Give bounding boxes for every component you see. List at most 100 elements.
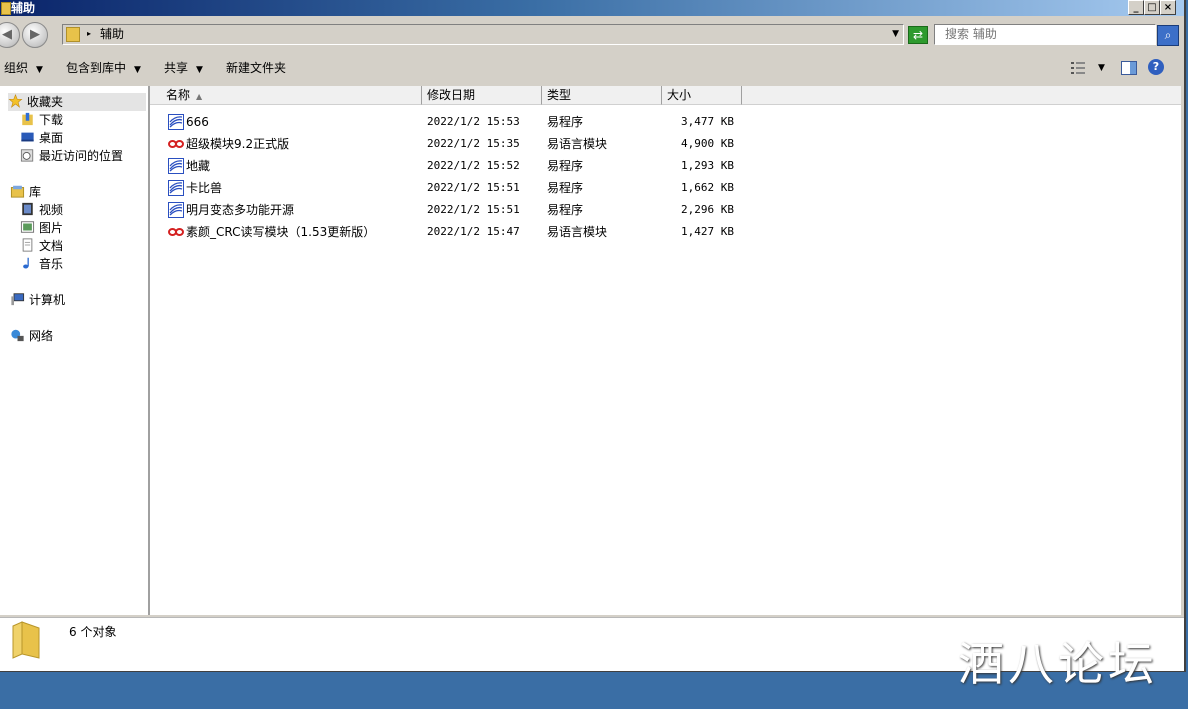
- file-row[interactable]: 地藏 2022/1/2 15:52 易程序 1,293 KB: [166, 157, 746, 179]
- maximize-button[interactable]: □: [1144, 0, 1160, 15]
- nav-network[interactable]: 网络: [10, 327, 53, 345]
- file-date: 2022/1/2 15:51: [427, 181, 520, 194]
- file-type: 易程序: [547, 181, 584, 195]
- nav-computer-label: 计算机: [29, 293, 66, 307]
- folder-icon: [1, 2, 11, 15]
- recent-places-icon: [20, 149, 34, 162]
- nav-documents[interactable]: 文档: [20, 237, 63, 255]
- nav-recent-places[interactable]: 最近访问的位置: [20, 147, 123, 165]
- e-module-icon: [168, 140, 184, 148]
- include-in-library-button[interactable]: 包含到库中 ▼: [66, 60, 141, 78]
- file-row[interactable]: 素颜_CRC读写模块（1.53更新版） 2022/1/2 15:47 易语言模块 1,…: [166, 223, 746, 245]
- pictures-icon: [20, 221, 35, 233]
- folder-icon: [66, 27, 80, 42]
- item-count: 6 个对象: [69, 625, 117, 639]
- file-size: 1,662 KB: [681, 181, 734, 194]
- nav-downloads[interactable]: 下载: [20, 111, 63, 129]
- nav-desktop[interactable]: 桌面: [20, 129, 63, 147]
- file-row[interactable]: 明月变态多功能开源 2022/1/2 15:51 易程序 2,296 KB: [166, 201, 746, 223]
- forward-button[interactable]: ▶: [22, 22, 48, 48]
- new-folder-button[interactable]: 新建文件夹: [226, 60, 286, 76]
- nav-videos[interactable]: 视频: [20, 201, 63, 219]
- file-name: 超级模块9.2正式版: [186, 137, 290, 151]
- share-button[interactable]: 共享 ▼: [164, 60, 203, 78]
- column-name-label: 名称: [166, 88, 191, 102]
- address-bar[interactable]: ▸ 辅助 ▼: [62, 24, 904, 45]
- chevron-down-icon: ▼: [196, 65, 203, 75]
- file-date: 2022/1/2 15:47: [427, 225, 520, 238]
- file-size: 1,427 KB: [681, 225, 734, 238]
- close-button[interactable]: ×: [1160, 0, 1176, 15]
- organize-label: 组织: [4, 61, 29, 75]
- computer-icon: [11, 293, 25, 306]
- nav-libraries[interactable]: 库: [10, 183, 41, 201]
- e-program-icon: [168, 114, 184, 130]
- e-module-icon: [168, 228, 184, 236]
- nav-pictures[interactable]: 图片: [20, 219, 63, 237]
- window-title: 辅助: [11, 1, 36, 15]
- watermark: 酒八论坛: [958, 637, 1158, 691]
- nav-computer[interactable]: 计算机: [10, 291, 65, 309]
- nav-videos-label: 视频: [39, 203, 64, 217]
- refresh-button[interactable]: ⇄: [908, 26, 928, 44]
- nav-music[interactable]: 音乐: [20, 255, 63, 273]
- organize-button[interactable]: 组织 ▼: [4, 60, 43, 78]
- file-type: 易语言模块: [547, 137, 608, 151]
- search-input[interactable]: [935, 25, 1153, 42]
- file-date: 2022/1/2 15:35: [427, 137, 520, 150]
- file-row[interactable]: 卡比兽 2022/1/2 15:51 易程序 1,662 KB: [166, 179, 746, 201]
- desktop-icon: [21, 132, 34, 142]
- file-size: 4,900 KB: [681, 137, 734, 150]
- file-date: 2022/1/2 15:52: [427, 159, 520, 172]
- nav-documents-label: 文档: [39, 239, 64, 253]
- nav-desktop-label: 桌面: [39, 131, 64, 145]
- music-note-icon: [23, 257, 29, 269]
- file-row[interactable]: 666 2022/1/2 15:53 易程序 3,477 KB: [166, 113, 746, 135]
- chevron-down-icon[interactable]: ▼: [892, 25, 899, 43]
- breadcrumb[interactable]: 辅助: [100, 25, 124, 43]
- file-type: 易语言模块: [547, 225, 608, 239]
- file-name: 素颜_CRC读写模块（1.53更新版）: [186, 225, 376, 239]
- video-icon: [22, 202, 33, 216]
- minimize-button[interactable]: _: [1128, 0, 1144, 15]
- file-date: 2022/1/2 15:51: [427, 203, 520, 216]
- help-icon[interactable]: ?: [1148, 59, 1164, 75]
- column-size[interactable]: 大小: [662, 86, 742, 105]
- e-program-icon: [168, 202, 184, 218]
- downloads-icon: [22, 112, 33, 126]
- file-list: 名称 ▲ 修改日期 类型 大小 666 2022/1/2 15:53 易程序 3,477…: [150, 86, 1181, 615]
- view-list-icon[interactable]: [1070, 60, 1086, 76]
- file-name: 明月变态多功能开源: [186, 203, 295, 217]
- nav-recent-places-label: 最近访问的位置: [39, 149, 124, 163]
- search-box[interactable]: [934, 24, 1156, 45]
- include-in-library-label: 包含到库中: [66, 61, 127, 75]
- nav-favorites[interactable]: 收藏夹: [8, 93, 146, 111]
- file-date: 2022/1/2 15:53: [427, 115, 520, 128]
- chevron-down-icon: ▼: [36, 65, 43, 75]
- file-name: 地藏: [186, 159, 211, 173]
- file-name: 卡比兽: [186, 181, 223, 195]
- chevron-right-icon[interactable]: ▸: [87, 26, 91, 42]
- nav-libraries-label: 库: [29, 185, 42, 199]
- chevron-down-icon: ▼: [134, 65, 141, 75]
- nav-downloads-label: 下载: [39, 113, 64, 127]
- e-program-icon: [168, 158, 184, 174]
- search-icon[interactable]: ⌕: [1157, 25, 1179, 46]
- column-filler: [742, 86, 1181, 105]
- title-bar[interactable]: 辅助 _ □ ×: [0, 0, 1184, 16]
- chevron-down-icon[interactable]: ▼: [1098, 60, 1105, 76]
- e-program-icon: [168, 180, 184, 196]
- preview-pane-icon[interactable]: [1121, 60, 1137, 76]
- explorer-window: 辅助 _ □ × ◀ ▶ ▸ 辅助 ▼ ⇄ ⌕ 组织 ▼ 包含到库中 ▼ 共享 ▼ 新…: [0, 0, 1186, 672]
- back-button[interactable]: ◀: [0, 22, 20, 48]
- column-date[interactable]: 修改日期: [422, 86, 542, 105]
- network-icon: [11, 329, 24, 342]
- file-row[interactable]: 超级模块9.2正式版 2022/1/2 15:35 易语言模块 4,900 KB: [166, 135, 746, 157]
- file-size: 1,293 KB: [681, 159, 734, 172]
- column-type[interactable]: 类型: [542, 86, 662, 105]
- navigation-pane: 收藏夹 下载 桌面 最近访问的位置 库 视频 图片 文档 音乐 计算机 网络: [0, 86, 150, 615]
- nav-network-label: 网络: [29, 329, 54, 343]
- column-name[interactable]: 名称 ▲: [150, 86, 422, 105]
- file-type: 易程序: [547, 115, 584, 129]
- library-icon: [10, 185, 25, 198]
